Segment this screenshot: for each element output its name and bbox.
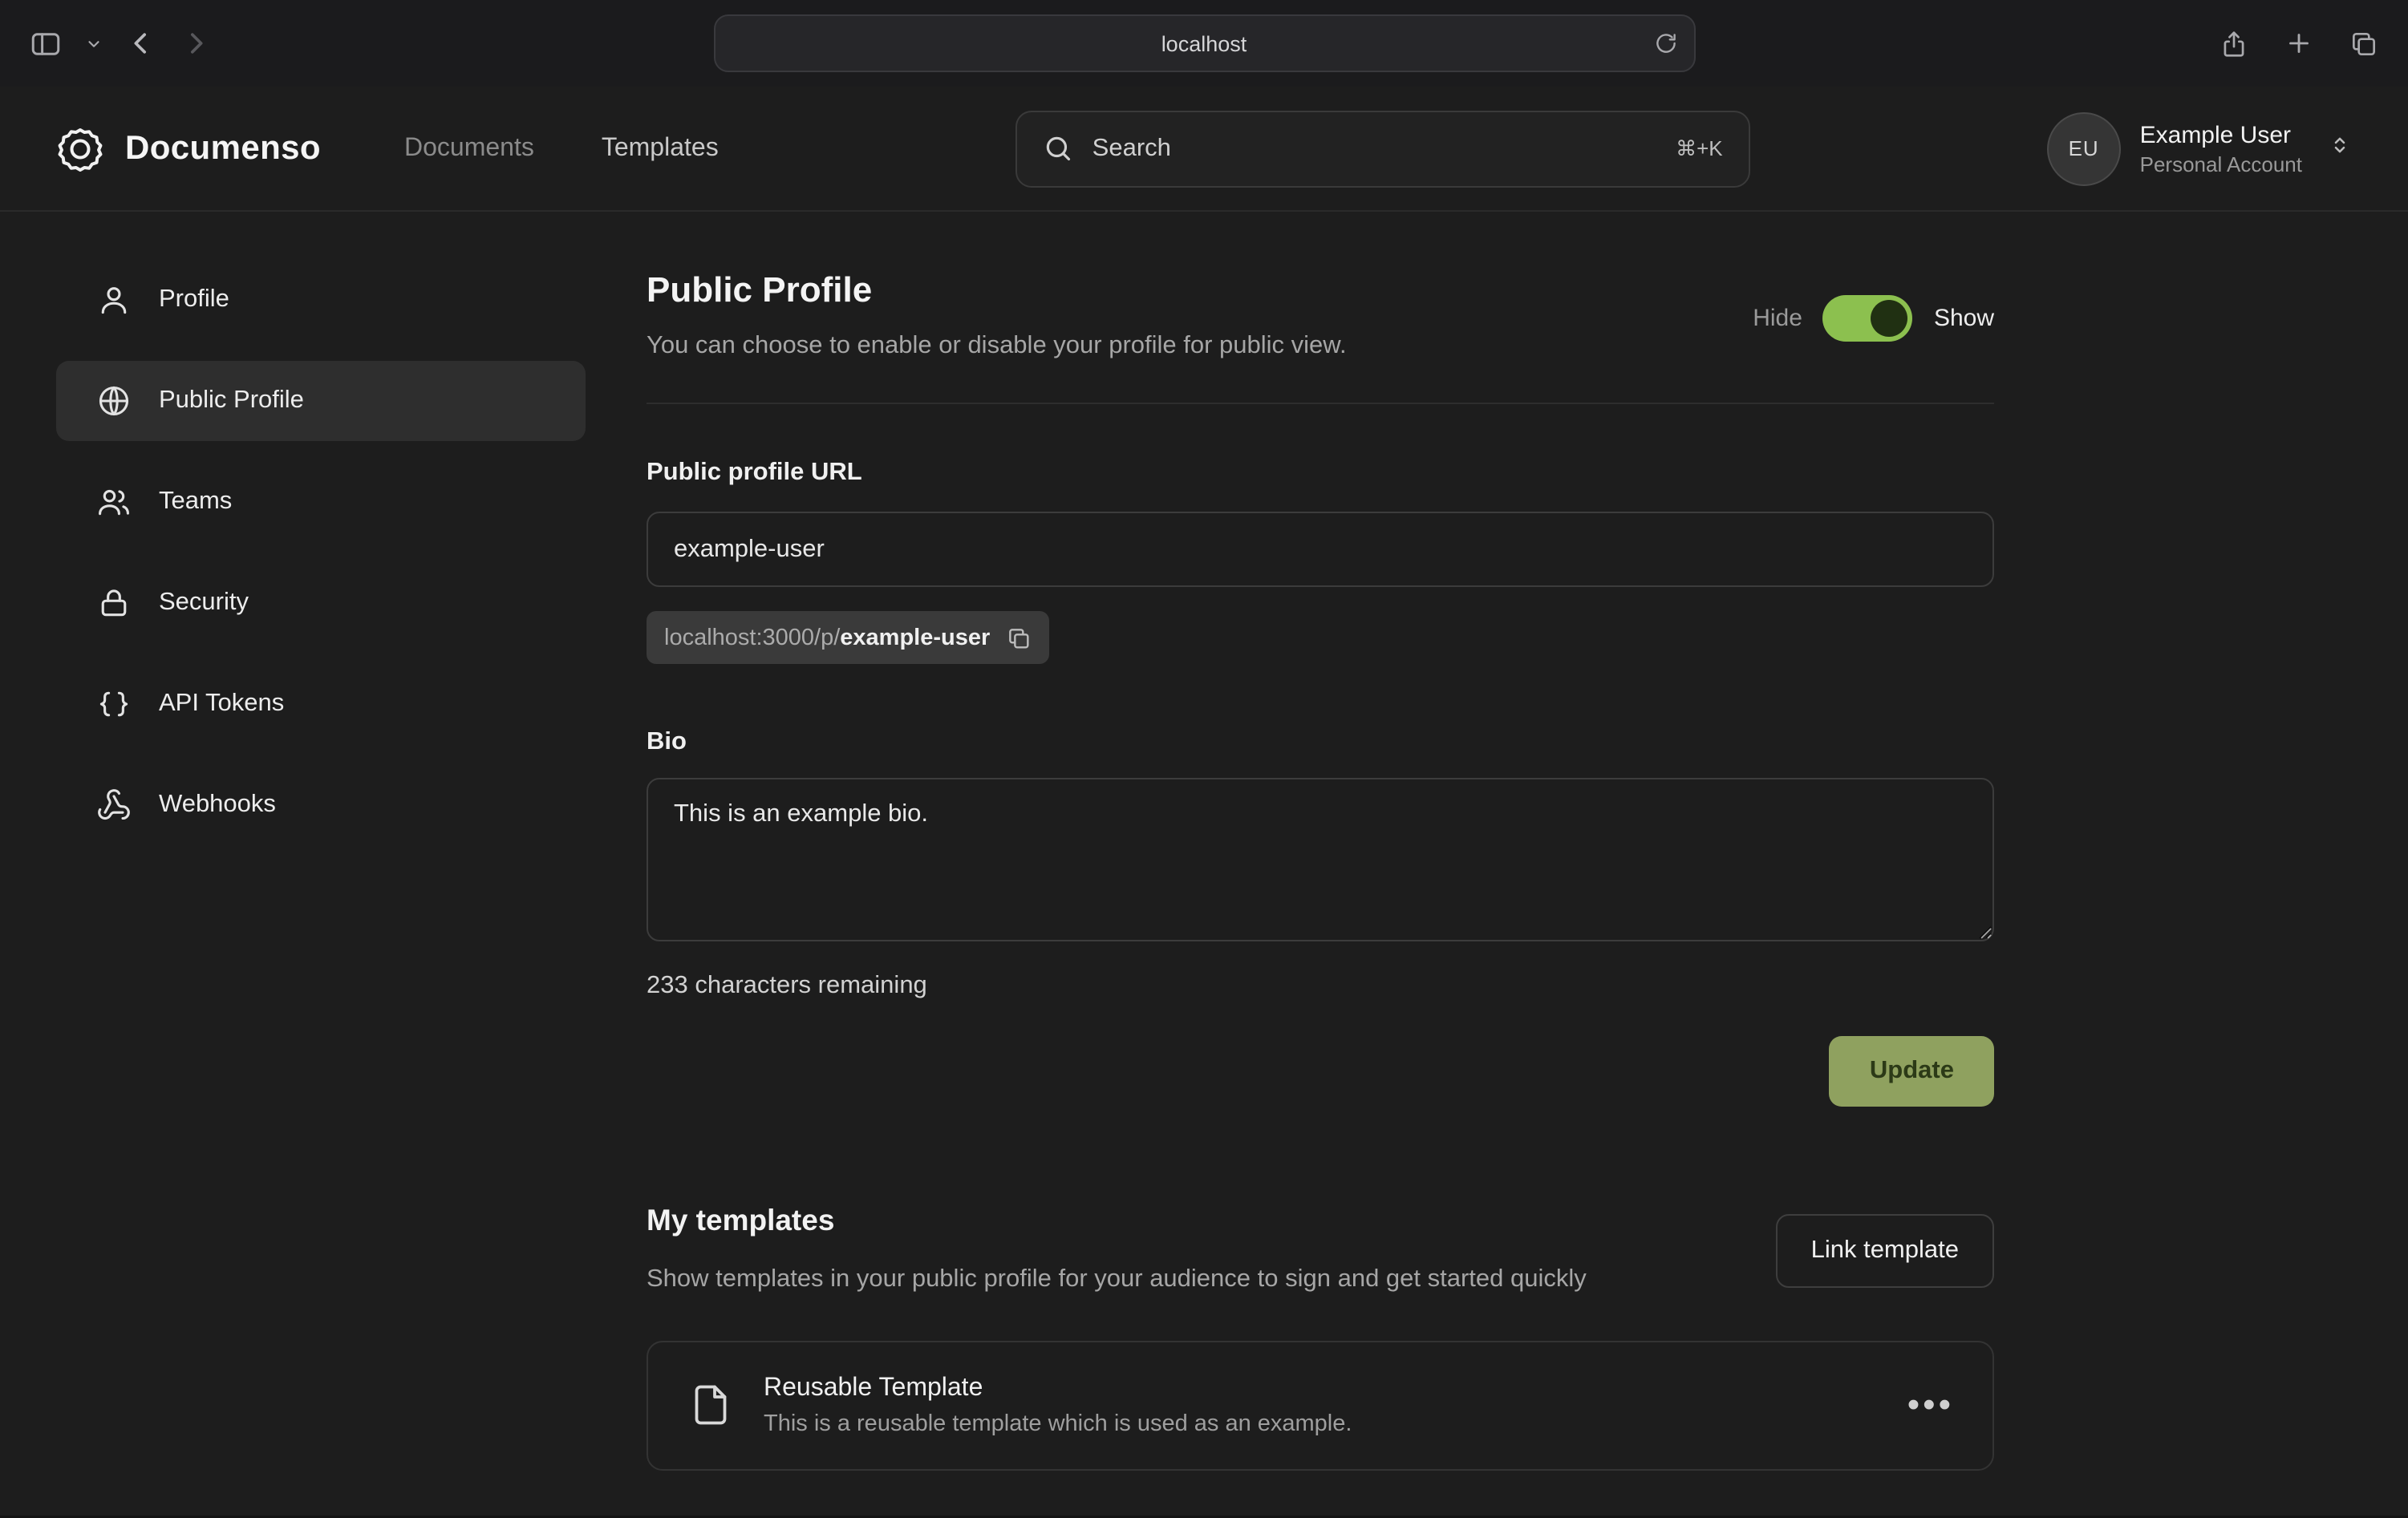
tab-overview-icon[interactable] (2349, 28, 2379, 59)
nav-templates[interactable]: Templates (602, 134, 719, 163)
sidebar-item-label: Public Profile (159, 387, 304, 415)
update-button[interactable]: Update (1830, 1036, 1994, 1107)
sidebar-item-label: Profile (159, 285, 229, 314)
user-icon (96, 282, 132, 318)
settings-content: Public Profile You can choose to enable … (647, 212, 1994, 1518)
sidebar-item-label: Security (159, 589, 249, 617)
sidebar-item-webhooks[interactable]: Webhooks (56, 765, 586, 845)
bio-textarea[interactable]: This is an example bio. (647, 778, 1994, 941)
global-search[interactable]: ⌘+K (1015, 110, 1750, 187)
template-options-ellipsis-icon[interactable]: ••• (1907, 1387, 1954, 1423)
lock-icon (96, 585, 132, 621)
template-card: Reusable Template This is a reusable tem… (647, 1340, 1994, 1470)
forward-button-icon[interactable] (180, 27, 212, 59)
profile-link-prefix: localhost:3000/p/ (664, 625, 840, 650)
sidebar-item-api-tokens[interactable]: API Tokens (56, 664, 586, 744)
profile-visibility-switch[interactable] (1823, 295, 1913, 342)
app-window: localhost Documen (0, 0, 2408, 1516)
profile-link-slug: example-user (840, 625, 990, 650)
new-tab-plus-icon[interactable] (2284, 29, 2313, 58)
sidebar-item-profile[interactable]: Profile (56, 260, 586, 340)
browser-toolbar: localhost (0, 0, 2408, 87)
sidebar-chevron-down-icon[interactable] (85, 34, 103, 52)
reload-icon[interactable] (1653, 31, 1677, 55)
sidebar-item-public-profile[interactable]: Public Profile (56, 361, 586, 441)
account-menu[interactable]: EU Example User Personal Account (2047, 111, 2352, 185)
address-bar[interactable]: localhost (713, 14, 1695, 72)
search-input[interactable] (1093, 134, 1656, 163)
account-name: Example User (2140, 121, 2302, 148)
account-type: Personal Account (2140, 152, 2302, 176)
switch-knob (1871, 300, 1908, 337)
sidebar-item-label: Teams (159, 488, 232, 516)
brand[interactable]: Documenso (56, 124, 321, 172)
profile-visibility-toggle-group: Hide Show (1753, 295, 1994, 342)
sidebar-item-label: Webhooks (159, 791, 276, 820)
templates-section-description: Show templates in your public profile fo… (647, 1259, 1587, 1300)
sidebar-item-security[interactable]: Security (56, 563, 586, 643)
template-name: Reusable Template (764, 1374, 1352, 1403)
sidebar-item-label: API Tokens (159, 690, 284, 719)
hide-label: Hide (1753, 305, 1802, 332)
address-bar-url: localhost (1161, 31, 1247, 55)
url-field-label: Public profile URL (647, 459, 1994, 488)
characters-remaining: 233 characters remaining (647, 972, 1994, 1001)
public-profile-url-input[interactable] (647, 512, 1994, 587)
search-shortcut: ⌘+K (1676, 136, 1723, 161)
nav-documents[interactable]: Documents (404, 134, 534, 163)
documenso-logo-icon (56, 124, 104, 172)
template-description: This is a reusable template which is use… (764, 1411, 1352, 1436)
show-label: Show (1934, 305, 1994, 332)
section-divider (647, 403, 1994, 404)
avatar: EU (2047, 111, 2121, 185)
back-button-icon[interactable] (125, 27, 157, 59)
settings-sidebar: Profile Public Profile Teams Security AP… (56, 260, 586, 845)
webhook-icon (96, 787, 132, 823)
page-subtitle: You can choose to enable or disable your… (647, 332, 1347, 361)
chevrons-up-down-icon (2328, 132, 2352, 164)
bio-field-label: Bio (647, 728, 1994, 757)
sidebar-toggle-icon[interactable] (29, 26, 63, 60)
main-nav: Documents Templates (404, 134, 719, 163)
copy-icon[interactable] (1006, 625, 1032, 650)
share-icon[interactable] (2219, 28, 2249, 59)
search-icon (1043, 133, 1073, 164)
users-icon (96, 484, 132, 520)
file-icon (687, 1381, 735, 1429)
page-title: Public Profile (647, 269, 1347, 311)
profile-link-copy[interactable]: localhost:3000/p/example-user (647, 611, 1049, 664)
brand-name: Documenso (125, 129, 321, 168)
link-template-button[interactable]: Link template (1776, 1214, 1994, 1288)
sidebar-item-teams[interactable]: Teams (56, 462, 586, 542)
braces-icon (96, 686, 132, 722)
globe-icon (96, 383, 132, 419)
app-header: Documenso Documents Templates ⌘+K EU Exa… (0, 87, 2408, 212)
templates-section-title: My templates (647, 1203, 1587, 1238)
